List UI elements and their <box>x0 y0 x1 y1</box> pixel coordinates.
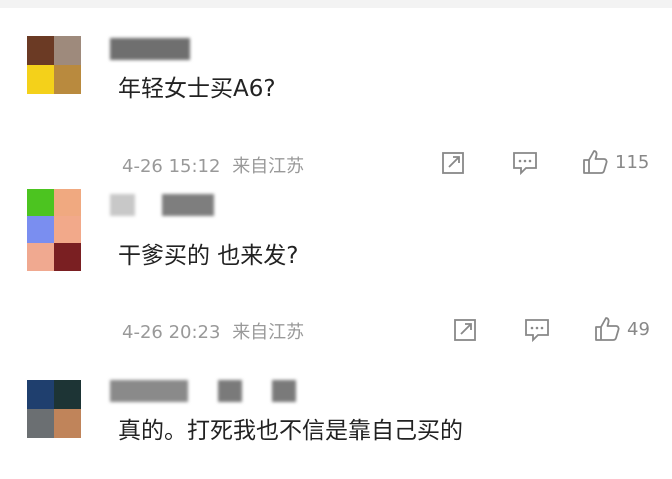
like-count: 115 <box>615 151 650 173</box>
comment-text: 干爹买的 也来发? <box>118 243 299 269</box>
like-count: 49 <box>627 318 650 340</box>
share-button[interactable] <box>452 317 478 343</box>
share-icon <box>454 319 476 341</box>
thumbs-up-icon <box>595 317 620 341</box>
share-button[interactable] <box>440 150 466 176</box>
comment-meta: 4-26 15:12 来自江苏 <box>122 152 304 178</box>
share-icon <box>442 152 464 174</box>
avatar[interactable] <box>27 380 81 438</box>
like-button[interactable]: 49 <box>593 315 650 343</box>
comment-location: 来自江苏 <box>232 322 305 343</box>
comment-icon <box>513 152 537 176</box>
thumbs-up-icon <box>583 150 608 174</box>
username-blurred[interactable] <box>272 380 296 402</box>
comment-text: 真的。打死我也不信是靠自己买的 <box>118 418 463 444</box>
comment-text: 年轻女士买A6? <box>118 76 276 102</box>
username-blurred[interactable] <box>162 194 214 216</box>
username-blurred[interactable] <box>110 38 190 60</box>
top-divider <box>0 0 672 8</box>
comment-time: 4-26 20:23 <box>122 322 221 343</box>
like-button[interactable]: 115 <box>581 148 649 176</box>
reply-button[interactable] <box>523 317 551 343</box>
comment-icon <box>525 319 549 343</box>
username-blurred[interactable] <box>110 380 188 402</box>
avatar[interactable] <box>27 189 81 271</box>
reply-button[interactable] <box>511 150 539 176</box>
username-blurred[interactable] <box>110 194 135 216</box>
comment-meta: 4-26 20:23 来自江苏 <box>122 318 304 344</box>
username-blurred[interactable] <box>218 380 242 402</box>
comment-location: 来自江苏 <box>232 156 305 177</box>
avatar[interactable] <box>27 36 81 94</box>
comment-time: 4-26 15:12 <box>122 156 221 177</box>
